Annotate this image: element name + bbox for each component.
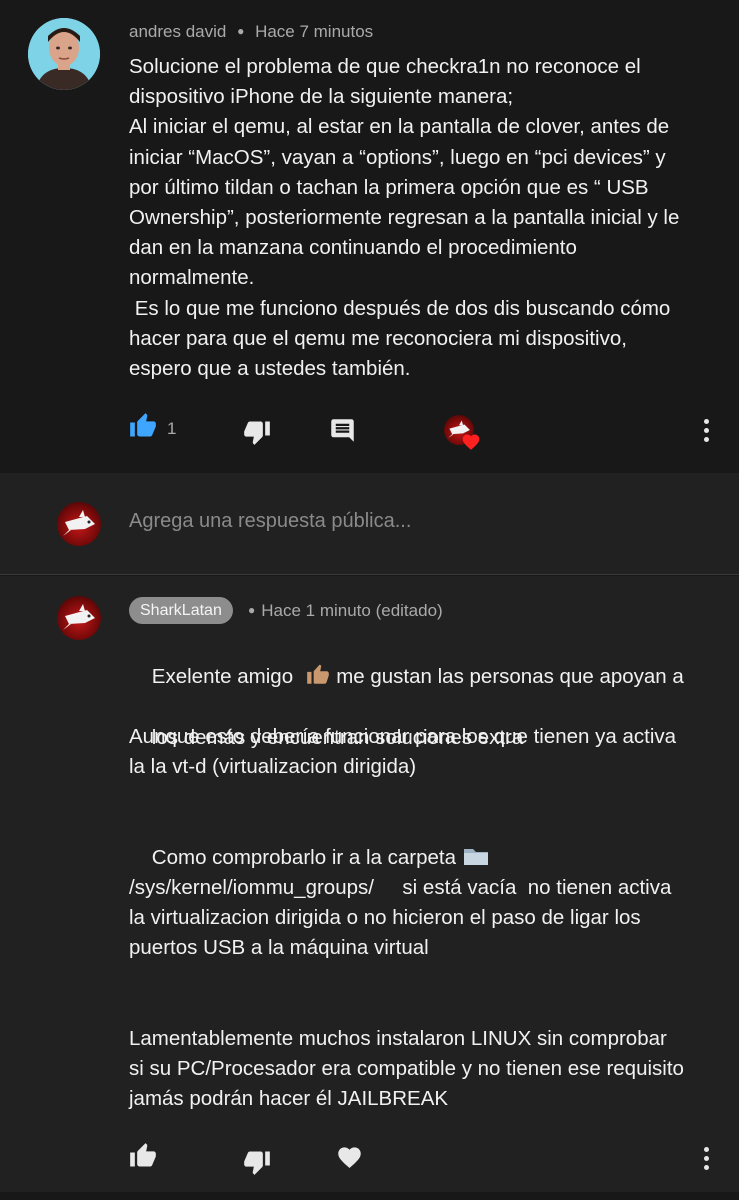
reply-input-bar[interactable]: Agrega una respuesta pública... xyxy=(0,473,739,575)
comment-meta: andres david ● Hace 7 minutos xyxy=(129,22,373,42)
like-count: 1 xyxy=(167,419,177,438)
timestamp[interactable]: Hace 7 minutos xyxy=(255,22,373,41)
creator-heart-icon[interactable] xyxy=(444,415,484,455)
comment-icon[interactable] xyxy=(329,417,356,444)
more-vert-icon[interactable] xyxy=(704,1147,710,1174)
heart-icon[interactable] xyxy=(336,1144,363,1171)
thumb-up-icon[interactable] xyxy=(129,1142,157,1170)
comment-paragraph: Aunque esto debería funcionar para los q… xyxy=(129,725,677,779)
separator-dot: ● xyxy=(237,24,245,38)
divider xyxy=(0,1192,739,1200)
comment-paragraph: /sys/kernel/iommu_groups/ si está vacía … xyxy=(129,876,672,960)
folder-emoji xyxy=(463,849,488,866)
reply-input[interactable]: Agrega una respuesta pública... xyxy=(129,510,411,533)
comment-text: Solucione el problema de que checkra1n n… xyxy=(129,55,680,381)
thumb-down-icon[interactable] xyxy=(243,418,271,446)
text-line: me gustan las personas que apoyan a xyxy=(330,665,684,689)
thumbs-up-emoji xyxy=(306,664,329,684)
avatar[interactable] xyxy=(57,502,101,546)
comment-actions xyxy=(0,1140,739,1180)
author-name[interactable]: SharkLatan xyxy=(129,597,233,624)
comment-andres: andres david ● Hace 7 minutos Solucione … xyxy=(0,0,739,473)
more-vert-icon[interactable] xyxy=(704,419,710,446)
timestamp[interactable]: Hace 1 minuto (editado) xyxy=(261,601,442,620)
comment-actions: 1 xyxy=(0,410,739,450)
avatar[interactable] xyxy=(28,18,100,90)
thumb-down-icon[interactable] xyxy=(243,1148,271,1176)
text-line: Exelente amigo xyxy=(151,665,305,689)
heart-icon xyxy=(462,434,480,450)
text-line: Como comprobarlo ir a la carpeta xyxy=(151,846,462,870)
thumb-up-icon[interactable] xyxy=(129,412,157,440)
comment-meta: ● Hace 1 minuto (editado) xyxy=(248,601,443,621)
comment-sharklatan: SharkLatan ● Hace 1 minuto (editado) Exel… xyxy=(0,576,739,1200)
separator-dot: ● xyxy=(248,603,256,617)
avatar[interactable] xyxy=(57,596,101,640)
author-name[interactable]: andres david xyxy=(129,22,226,41)
comment-paragraph: Lamentablemente muchos instalaron LINUX … xyxy=(129,1027,684,1111)
